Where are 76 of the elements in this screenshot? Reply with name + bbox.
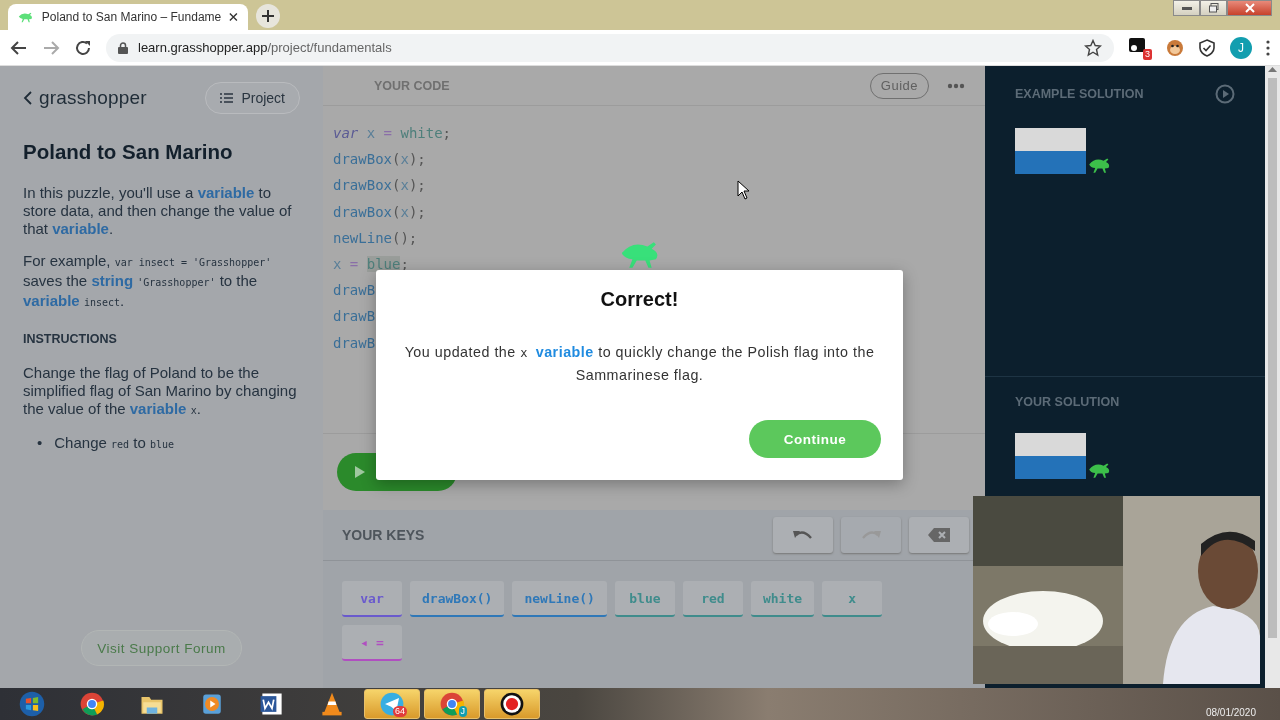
taskbar-button[interactable]: J bbox=[424, 689, 480, 719]
code-key[interactable]: white bbox=[750, 581, 815, 617]
play-icon[interactable] bbox=[1215, 84, 1235, 104]
continue-button[interactable]: Continue bbox=[749, 420, 881, 458]
backspace-button[interactable] bbox=[909, 517, 969, 553]
record-icon bbox=[498, 690, 526, 718]
code-key[interactable]: x bbox=[822, 581, 883, 617]
grasshopper-icon bbox=[1088, 461, 1112, 480]
code-key[interactable]: newLine() bbox=[512, 581, 607, 617]
code-key[interactable]: ◂ = bbox=[342, 625, 402, 661]
restore-icon bbox=[1208, 3, 1219, 13]
paper-plane-icon bbox=[378, 690, 406, 718]
back-icon[interactable] bbox=[23, 91, 33, 105]
code-line[interactable]: var x = white; bbox=[333, 122, 452, 149]
instruction-bullet: Change red to blue bbox=[54, 434, 174, 451]
project-button[interactable]: Project bbox=[205, 82, 300, 114]
monkey-icon[interactable] bbox=[1166, 38, 1184, 57]
lock-icon bbox=[118, 41, 128, 54]
description-text: For example, var insect = 'Grasshopper' saves the string 'Grasshopper' to the variable insect. bbox=[23, 252, 273, 311]
logo[interactable]: grasshopper bbox=[39, 87, 147, 109]
scrollbar-thumb[interactable] bbox=[1268, 78, 1277, 638]
code-line[interactable]: drawBox(x); bbox=[333, 148, 426, 175]
browser-tab[interactable]: Poland to San Marino – Fundame bbox=[8, 4, 248, 30]
shield-icon[interactable] bbox=[1198, 38, 1216, 57]
close-icon[interactable] bbox=[229, 12, 238, 22]
play-icon bbox=[355, 466, 365, 478]
code-key[interactable]: drawBox() bbox=[410, 581, 505, 617]
dialog-title: Correct! bbox=[600, 288, 679, 311]
star-icon[interactable] bbox=[1084, 38, 1102, 57]
browser-icon bbox=[438, 690, 466, 718]
support-forum-button[interactable]: Visit Support Forum bbox=[81, 630, 242, 666]
dialog-message: You updated the x variable to quickly change the Polish flag into the Sammarinese flag. bbox=[404, 343, 875, 385]
solution-header: YOUR SOLUTION bbox=[1015, 395, 1120, 410]
flag-drawing bbox=[1015, 128, 1086, 174]
code-line[interactable]: newLine(); bbox=[333, 226, 418, 253]
backspace-icon bbox=[928, 528, 950, 542]
instruction-text: Change the flag of Poland to be the simplified flag of San Marino by changing the value of the variable x. bbox=[23, 364, 298, 419]
taskbar-date: 08/01/2020 bbox=[1205, 707, 1256, 718]
back-icon[interactable] bbox=[10, 38, 28, 57]
new-tab-button[interactable] bbox=[256, 4, 280, 28]
close-button[interactable] bbox=[1227, 0, 1272, 16]
code-key[interactable]: blue bbox=[614, 581, 675, 617]
taskbar-button[interactable] bbox=[484, 689, 540, 719]
code-line[interactable]: drawBox(x); bbox=[333, 174, 426, 201]
browser-icon bbox=[78, 690, 106, 718]
code-line[interactable]: drawBox(x); bbox=[333, 200, 426, 227]
minimize-button[interactable] bbox=[1173, 0, 1200, 16]
restore-button[interactable] bbox=[1200, 0, 1227, 16]
undo-button[interactable] bbox=[773, 517, 833, 553]
undo-icon bbox=[792, 529, 814, 541]
puzzle-title: Poland to San Marino bbox=[23, 140, 234, 164]
menu-icon[interactable] bbox=[1266, 39, 1270, 56]
profile-avatar[interactable]: J bbox=[1230, 36, 1252, 59]
keys-header: YOUR KEYS bbox=[342, 527, 425, 543]
more-icon[interactable] bbox=[947, 82, 965, 89]
close-icon bbox=[1244, 3, 1255, 13]
cursor-icon bbox=[737, 180, 751, 200]
code-key[interactable]: red bbox=[682, 581, 743, 617]
reload-icon[interactable] bbox=[74, 38, 92, 57]
code-line[interactable]: drawB bbox=[333, 279, 376, 306]
taskbar-button[interactable]: 64 bbox=[364, 689, 420, 719]
instructions-heading: INSTRUCTIONS bbox=[23, 332, 118, 346]
code-line[interactable]: drawB bbox=[333, 305, 376, 332]
code-line[interactable]: drawB bbox=[333, 331, 376, 358]
minimize-icon bbox=[1181, 6, 1192, 10]
start-icon bbox=[18, 690, 46, 718]
grasshopper-icon bbox=[1088, 156, 1112, 174]
plus-icon bbox=[262, 10, 274, 22]
code-key[interactable]: var bbox=[342, 581, 402, 617]
flag-drawing bbox=[1015, 433, 1086, 480]
code-header: YOUR CODE bbox=[374, 78, 450, 93]
bullet-marker: • bbox=[37, 434, 43, 451]
description-text: In this puzzle, you'll use a variable to store data, and then change the value of that variable. bbox=[23, 184, 293, 238]
list-icon bbox=[220, 93, 234, 103]
address-bar[interactable]: learn.grasshopper.app/project/fundamentals bbox=[106, 33, 1114, 62]
solution-header: EXAMPLE SOLUTION bbox=[1015, 87, 1144, 101]
